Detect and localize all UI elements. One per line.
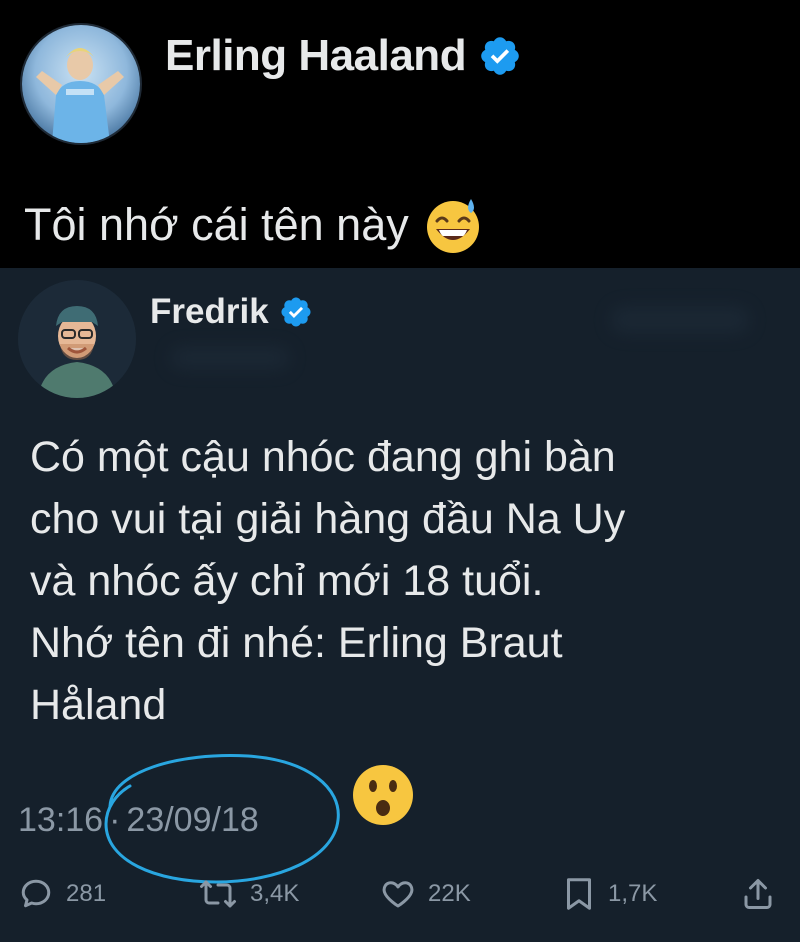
like-count: 22K [428,880,471,907]
tweet-date: 23/09/18 [126,800,259,839]
profile-photo-icon [22,25,140,143]
outer-author-name[interactable]: Erling Haaland [165,31,467,81]
tweet-body-line: và nhóc ấy chỉ mới 18 tuổi. [30,557,544,605]
retweet-button[interactable]: 3,4K [198,868,299,920]
reply-count: 281 [66,880,107,907]
reply-icon [21,879,51,908]
outer-tweet-text: Tôi nhớ cái tên này [24,199,409,250]
outer-avatar[interactable] [22,25,140,143]
timestamp-separator: · [109,800,121,839]
hushed-face-emoji [353,765,413,825]
share-icon [744,879,772,909]
heart-icon [382,881,414,908]
tweet-body-line: Có một cậu nhóc đang ghi bàn [30,433,616,481]
quoted-author-row: Fredrik [150,290,313,334]
tweet-body-line: Nhớ tên đi nhé: Erling Braut [30,619,563,667]
profile-photo-icon [18,280,136,398]
verified-badge-icon [481,37,519,75]
tweet-body-line: Håland [30,681,167,729]
outer-author-row: Erling Haaland [165,30,522,82]
outer-tweet-text-row: Tôi nhớ cái tên này [24,190,483,260]
blurred-area [170,346,290,370]
screenshot: Erling Haaland Tôi nhớ cái tên này Fredr… [0,0,800,942]
tweet-body-line: cho vui tại giải hàng đầu Na Uy [30,495,626,543]
retweet-count: 3,4K [250,880,300,907]
bookmark-button[interactable]: 1,7K [562,868,657,920]
retweet-icon [200,880,236,908]
quoted-avatar[interactable] [18,280,136,398]
grinning-face-with-sweat-emoji [426,199,479,253]
tweet-time: 13:16 [18,800,104,839]
verified-badge-icon [281,297,311,327]
tweet-action-bar: 281 3,4K 22K 1,7K [0,868,800,920]
tweet-timestamp[interactable]: 13:16 · 23/09/18 [18,798,259,842]
bookmark-icon [567,878,591,910]
share-button[interactable] [740,868,776,920]
quoted-tweet[interactable]: Fredrik Có một cậu nhóc đang ghi bàn cho… [0,268,800,942]
quoted-tweet-body: Có một cậu nhóc đang ghi bàn cho vui tại… [30,426,780,736]
quoted-author-name[interactable]: Fredrik [150,292,269,332]
bookmark-count: 1,7K [608,880,658,907]
blurred-area [610,306,750,334]
reply-button[interactable]: 281 [18,868,106,920]
like-button[interactable]: 22K [380,868,471,920]
outer-tweet: Erling Haaland Tôi nhớ cái tên này [0,0,800,268]
